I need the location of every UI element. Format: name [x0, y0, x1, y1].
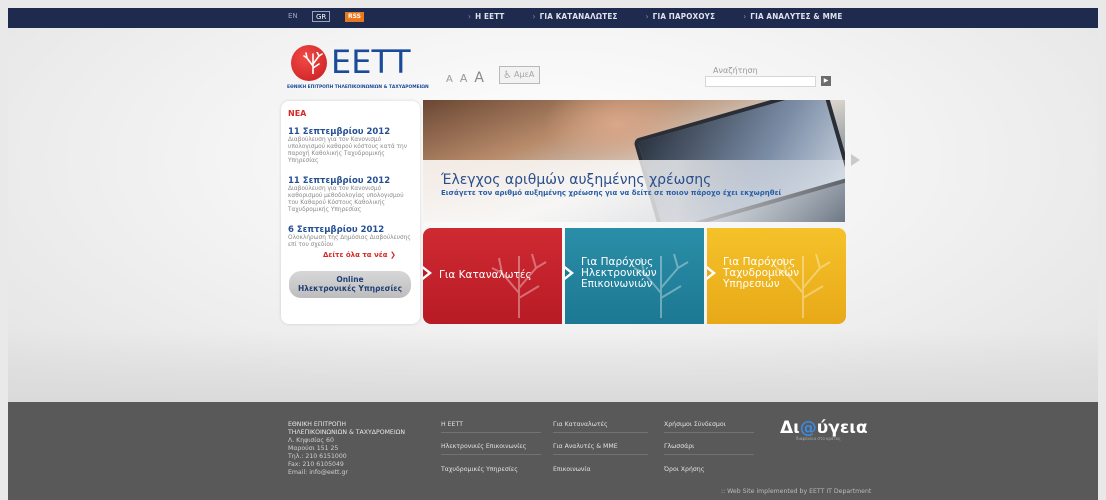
chevron-right-icon: › — [532, 12, 536, 21]
online-services-button[interactable]: Online Ηλεκτρονικές Υπηρεσίες — [289, 271, 411, 298]
footer-link-consumers[interactable]: Για Καταναλωτές — [553, 421, 608, 428]
banner-title: Έλεγχος αριθμών αυξημένης χρέωσης — [441, 172, 712, 188]
footer-link-electronic-comms[interactable]: Ηλεκτρονικές Επικοινωνίες — [441, 443, 526, 450]
news-summary: Ολοκλήρωση της Δημόσιας Διαβούλευσης επί… — [288, 235, 411, 248]
footer-link-contact[interactable]: Επικοινωνία — [553, 466, 591, 473]
footer-address1: Λ. Κηφισίας 60 — [288, 437, 334, 444]
footer-link-terms[interactable]: Όροι Χρήσης — [664, 466, 704, 473]
footer-divider — [441, 432, 541, 433]
font-size-tools: A A A — [446, 70, 492, 86]
news-date-link[interactable]: 6 Σεπτεμβρίου 2012 — [288, 225, 414, 235]
tile-postal-providers[interactable]: Για Παρόχους Ταχυδρομικών Υπηρεσιών — [707, 228, 846, 324]
arrow-inner-icon — [565, 269, 570, 277]
search-label: Αναζήτηση — [713, 66, 758, 75]
search-input[interactable] — [705, 76, 816, 87]
nav-item-providers[interactable]: › ΓΙΑ ΠΑΡΟΧΟΥΣ — [646, 12, 716, 21]
font-small-button[interactable]: A — [446, 74, 453, 85]
all-news-link[interactable]: Δείτε όλα τα νέα ❯ — [323, 251, 396, 259]
footer-link-glossary[interactable]: Γλωσσάρι — [664, 443, 694, 450]
footer-divider — [664, 432, 754, 433]
footer-divider — [553, 432, 648, 433]
top-bar: EN GR RSS › Η ΕΕΤΤ › ΓΙΑ ΚΑΤΑΝΑΛΩΤΕΣ › ΓΙΑ … — [8, 8, 1098, 28]
news-item: 11 Σεπτεμβρίου 2012 Διαβούλευση για τον … — [288, 176, 414, 214]
footer-link-analysts[interactable]: Για Αναλυτές & ΜΜΕ — [553, 443, 618, 450]
accessibility-label: ΑμεΑ — [514, 70, 535, 79]
nav-item-eett[interactable]: › Η ΕΕΤΤ — [468, 12, 504, 21]
tile-label-line3: Υπηρεσιών — [723, 278, 780, 290]
rss-icon[interactable]: RSS — [345, 12, 364, 22]
footer-divider — [664, 454, 754, 455]
footer-link-useful-links[interactable]: Χρήσιμοι Σύνδεσμοι — [664, 421, 726, 428]
chevron-right-icon: › — [645, 12, 649, 21]
footer-fax: Fax: 210 6105049 — [288, 461, 344, 468]
banner-subtitle: Εισάγετε τον αριθμό αυξημένης χρέωσης γι… — [441, 189, 782, 197]
nav-item-analysts[interactable]: › ΓΙΑ ΑΝΑΛΥΤΕΣ & ΜΜΕ — [743, 12, 842, 21]
banner-next-arrow-icon[interactable] — [851, 154, 860, 166]
hero-banner[interactable]: Έλεγχος αριθμών αυξημένης χρέωσης Εισάγε… — [423, 100, 845, 222]
footer-address2: Μαρούσι 151 25 — [288, 445, 339, 452]
accessibility-button[interactable]: ♿ ΑμεΑ — [499, 66, 540, 84]
news-heading: ΝΕΑ — [288, 109, 307, 118]
footer-divider — [441, 454, 541, 455]
tile-label-line3: Επικοινωνιών — [581, 278, 653, 290]
diavgeia-logo[interactable]: Δι@ύγεια — [780, 418, 868, 438]
play-icon: ▶ — [823, 77, 829, 84]
news-item: 6 Σεπτεμβρίου 2012 Ολοκλήρωση της Δημόσι… — [288, 225, 414, 249]
news-date-link[interactable]: 11 Σεπτεμβρίου 2012 — [288, 127, 414, 137]
logo-subtitle: ΕΘΝΙΚΗ ΕΠΙΤΡΟΠΗ ΤΗΛΕΠΙΚΟΙΝΩΝΙΩΝ & ΤΑΧΥΔΡ… — [287, 85, 429, 90]
chevron-right-icon: › — [468, 12, 472, 21]
lang-en-link[interactable]: EN — [288, 12, 298, 20]
logo-emblem — [291, 45, 327, 81]
logo-wordmark: ΕΕΤΤ — [331, 43, 411, 81]
diavgeia-subtitle: διαφάνεια στο κράτος — [796, 436, 841, 441]
arrow-inner-icon — [423, 269, 428, 277]
chevron-right-icon: › — [743, 12, 747, 21]
footer-org-line1: ΕΘΝΙΚΗ ΕΠΙΤΡΟΠΗ — [288, 421, 346, 428]
footer-email[interactable]: Email: info@eett.gr — [288, 469, 348, 477]
lang-gr-link[interactable]: GR — [312, 11, 331, 22]
font-medium-button[interactable]: A — [460, 72, 468, 85]
arrow-inner-icon — [707, 269, 712, 277]
footer-divider — [553, 454, 648, 455]
search-submit-button[interactable]: ▶ — [821, 76, 831, 86]
news-item: 11 Σεπτεμβρίου 2012 Διαβούλευση για τον … — [288, 127, 414, 165]
footer-credit: :: Web Site implemented by EETT IT Depar… — [721, 488, 872, 495]
wheelchair-icon: ♿ — [503, 70, 512, 81]
chevron-right-icon: ❯ — [389, 251, 396, 259]
tile-electronic-providers[interactable]: Για Παρόχους Ηλεκτρονικών Επικοινωνιών — [565, 228, 704, 324]
nav-item-consumers[interactable]: › ΓΙΑ ΚΑΤΑΝΑΛΩΤΕΣ — [532, 12, 617, 21]
news-summary: Διαβούλευση για τον Κανονισμό καθορισμού… — [288, 186, 404, 213]
tile-consumers[interactable]: Για Καταναλωτές — [423, 228, 562, 324]
main-bottom-fade — [8, 330, 1098, 402]
footer-link-eett[interactable]: Η ΕΕΤΤ — [441, 421, 463, 428]
tile-label: Για Καταναλωτές — [439, 269, 532, 281]
footer — [8, 402, 1098, 500]
tree-icon — [491, 253, 547, 318]
site-logo[interactable]: ΕΕΤΤ ΕΘΝΙΚΗ ΕΠΙΤΡΟΠΗ ΤΗΛΕΠΙΚΟΙΝΩΝΙΩΝ & Τ… — [287, 45, 432, 91]
footer-org-line2: ΤΗΛΕΠΙΚΟΙΝΩΝΙΩΝ & ΤΑΧΥΔΡΟΜΕΙΩΝ — [288, 429, 406, 436]
footer-link-postal-services[interactable]: Ταχυδρομικές Υπηρεσίες — [441, 466, 518, 473]
footer-phone: Τηλ.: 210 6151000 — [288, 453, 347, 460]
top-navigation: › Η ΕΕΤΤ › ΓΙΑ ΚΑΤΑΝΑΛΩΤΕΣ › ΓΙΑ ΠΑΡΟΧΟΥΣ ›… — [468, 12, 870, 21]
news-date-link[interactable]: 11 Σεπτεμβρίου 2012 — [288, 176, 414, 186]
news-summary: Διαβούλευση για τον Κανονισμό υπολογισμο… — [288, 137, 407, 164]
tree-icon — [303, 52, 323, 74]
font-large-button[interactable]: A — [474, 70, 484, 86]
